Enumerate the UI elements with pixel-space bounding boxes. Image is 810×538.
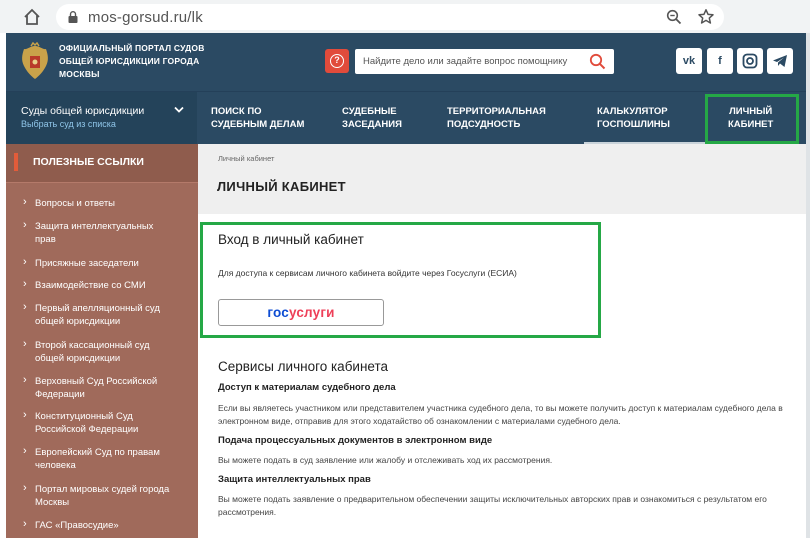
instagram-icon[interactable] (737, 48, 763, 74)
nav-label: ПОИСК ПО (211, 106, 262, 117)
service-text: Если вы являетесь участником или предста… (218, 403, 783, 426)
nav-label: КАЛЬКУЛЯТОР (597, 106, 668, 117)
service-heading: Доступ к материалам судебного дела (218, 382, 396, 393)
service-text: Вы можете подать заявление о предварител… (218, 494, 767, 517)
nav-label: ТЕРРИТОРИАЛЬНАЯ (447, 106, 546, 117)
site-header: ОФИЦИАЛЬНЫЙ ПОРТАЛ СУДОВ ОБЩЕЙ ЮРИСДИКЦИ… (6, 33, 806, 91)
coat-of-arms-logo[interactable] (18, 42, 52, 82)
gosuslugi-logo-part1: гос (267, 305, 289, 320)
sidebar-item-second-cassation-court[interactable]: Второй кассационный суд общей юрисдикции (23, 338, 165, 365)
search-icon[interactable] (589, 53, 606, 70)
nav-label: СУДЕБНЫЕ (342, 106, 397, 117)
nav-label: ЗАСЕДАНИЯ (342, 119, 402, 130)
sidebar-item-constitutional-court[interactable]: Конституционный Суд Российской Федерации (23, 409, 155, 436)
sidebar-item-faq[interactable]: Вопросы и ответы (23, 196, 205, 210)
instagram-glyph (742, 53, 758, 69)
services-title: Сервисы личного кабинета (218, 359, 389, 374)
service-heading: Защита интеллектуальных прав (218, 474, 371, 485)
portal-title[interactable]: ОФИЦИАЛЬНЫЙ ПОРТАЛ СУДОВ ОБЩЕЙ ЮРИСДИКЦИ… (59, 42, 219, 81)
login-section-title: Вход в личный кабинет (218, 232, 364, 247)
nav-fee-calculator[interactable]: КАЛЬКУЛЯТОР ГОСПОШЛИНЫ (597, 105, 670, 131)
main-nav: Суды общей юрисдикции Выбрать суд из спи… (6, 91, 806, 144)
nav-label: ПОДСУДНОСТЬ (447, 119, 521, 130)
sidebar: ПОЛЕЗНЫЕ ССЫЛКИ Вопросы и ответы Защита … (6, 144, 198, 538)
page-header-area: Личный кабинет ЛИЧНЫЙ КАБИНЕТ (198, 144, 806, 214)
bookmark-star-icon[interactable] (697, 8, 715, 26)
breadcrumb[interactable]: Личный кабинет (218, 154, 274, 163)
question-icon: ? (330, 54, 344, 68)
browser-toolbar: mos-gorsud.ru/lk (0, 0, 810, 33)
zoom-icon[interactable] (666, 9, 682, 25)
sidebar-item-gas-pravosudie[interactable]: ГАС «Правосудие» (23, 518, 205, 532)
lock-icon[interactable] (66, 10, 80, 24)
sidebar-item-echr[interactable]: Европейский Суд по правам человека (23, 445, 175, 472)
service-text: Вы можете подать в суд заявление или жал… (218, 455, 553, 465)
sidebar-item-ip-protection[interactable]: Защита интеллектуальных прав (23, 219, 175, 246)
sidebar-title: ПОЛЕЗНЫЕ ССЫЛКИ (33, 156, 144, 168)
sidebar-accent-bar (14, 153, 18, 171)
search-placeholder: Найдите дело или задайте вопрос помощник… (363, 56, 568, 67)
nav-case-search[interactable]: ПОИСК ПО СУДЕБНЫМ ДЕЛАМ (211, 105, 304, 131)
sidebar-item-magistrates-portal[interactable]: Портал мировых судей города Москвы (23, 482, 180, 509)
home-icon[interactable] (22, 7, 42, 27)
address-bar[interactable]: mos-gorsud.ru/lk (56, 4, 724, 30)
sidebar-item-media[interactable]: Взаимодействие со СМИ (23, 278, 205, 292)
vk-icon[interactable]: vk (676, 48, 702, 74)
page-scrollbar[interactable] (806, 33, 810, 538)
sidebar-item-jurors[interactable]: Присяжные заседатели (23, 256, 205, 270)
gosuslugi-logo-part2: услуги (288, 305, 335, 320)
url-text: mos-gorsud.ru/lk (88, 9, 203, 26)
nav-jurisdiction[interactable]: ТЕРРИТОРИАЛЬНАЯ ПОДСУДНОСТЬ (447, 105, 546, 131)
nav-label: СУДЕБНЫМ ДЕЛАМ (211, 119, 305, 130)
help-assistant-button[interactable]: ? (325, 49, 349, 73)
court-selector-title: Суды общей юрисдикции (21, 105, 145, 117)
nav-label: ГОСПОШЛИНЫ (597, 119, 670, 130)
page-title: ЛИЧНЫЙ КАБИНЕТ (217, 179, 346, 194)
sidebar-item-first-appeal-court[interactable]: Первый апелляционный суд общей юрисдикци… (23, 301, 175, 328)
court-selector-link[interactable]: Выбрать суд из списка (21, 119, 116, 129)
login-description: Для доступа к сервисам личного кабинета … (218, 268, 517, 278)
service-heading: Подача процессуальных документов в элект… (218, 435, 493, 446)
telegram-glyph (773, 55, 787, 67)
gosuslugi-login-button[interactable]: госуслуги (218, 299, 384, 326)
nav-court-hearings[interactable]: СУДЕБНЫЕ ЗАСЕДАНИЯ (342, 105, 402, 131)
telegram-icon[interactable] (767, 48, 793, 74)
court-selector[interactable]: Суды общей юрисдикции Выбрать суд из спи… (6, 92, 197, 144)
chevron-down-icon[interactable] (174, 106, 184, 114)
sidebar-item-supreme-court[interactable]: Верховный Суд Российской Федерации (23, 374, 170, 401)
highlight-frame (705, 94, 799, 144)
facebook-icon[interactable]: f (707, 48, 733, 74)
search-input[interactable]: Найдите дело или задайте вопрос помощник… (355, 49, 614, 74)
sidebar-header: ПОЛЕЗНЫЕ ССЫЛКИ (6, 144, 198, 183)
